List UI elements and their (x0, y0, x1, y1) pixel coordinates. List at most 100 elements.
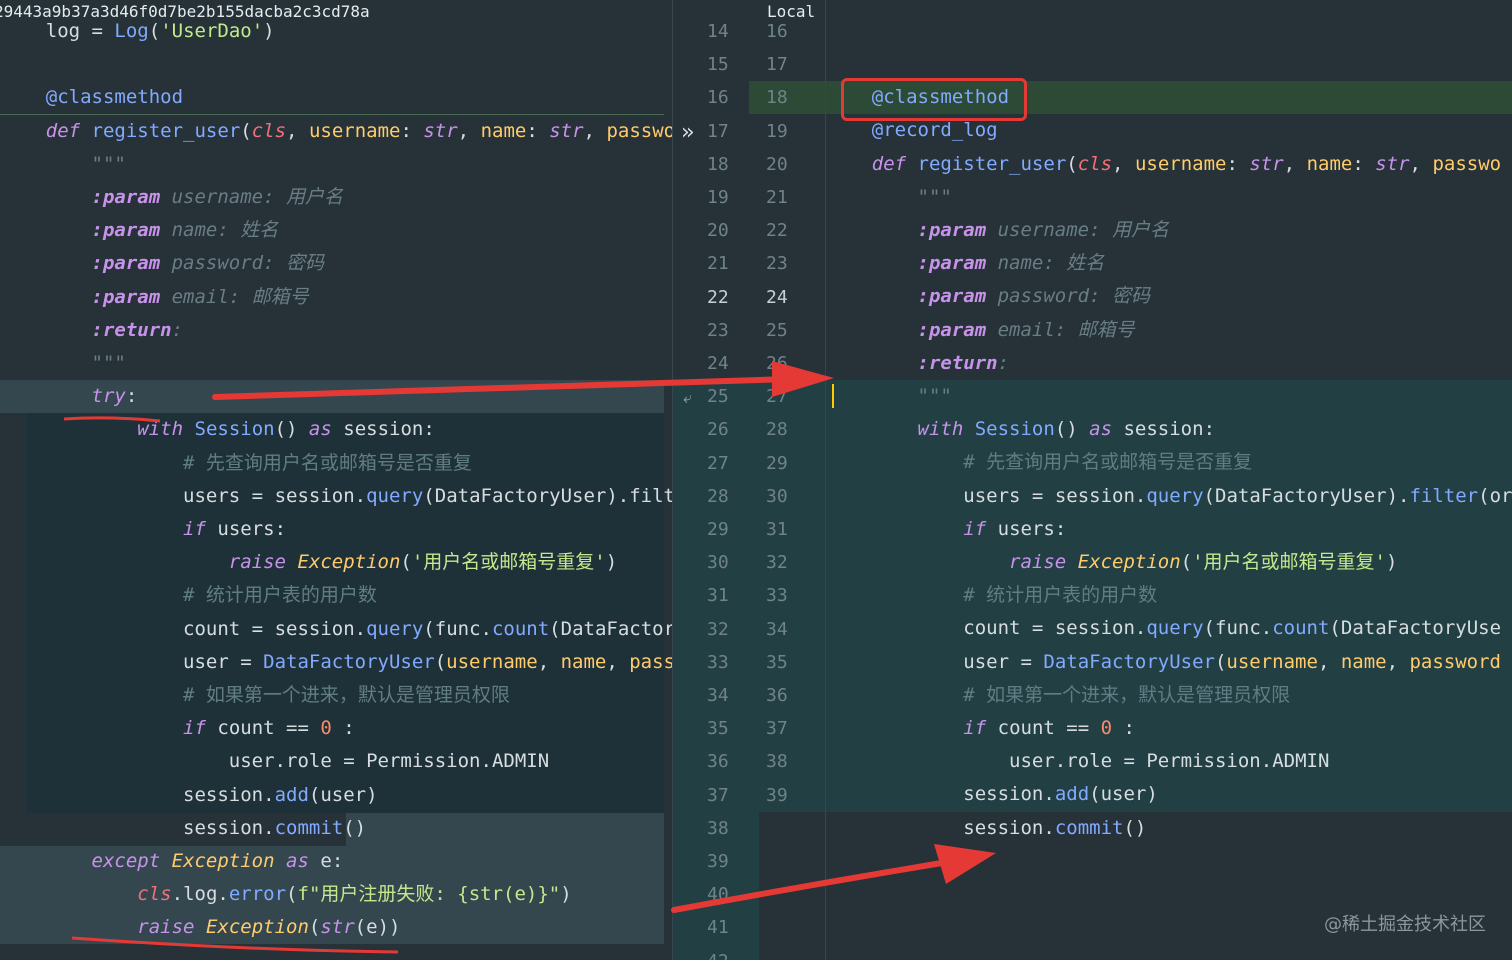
right-code-line[interactable]: # 统计用户表的用户数 (826, 579, 1512, 612)
right-code-line[interactable] (826, 48, 1512, 81)
left-line-number: 28 (707, 485, 729, 507)
right-code-line[interactable]: raise Exception('用户名或邮箱号重复') (826, 546, 1512, 579)
right-code-line[interactable]: """ (826, 181, 1512, 214)
left-line-number: 41 (707, 917, 729, 939)
right-code-line[interactable]: user = DataFactoryUser(username, name, p… (826, 646, 1512, 679)
right-code-line[interactable]: if count == 0 : (826, 712, 1512, 745)
right-code-line[interactable]: """ (826, 380, 1512, 413)
right-code-line[interactable]: :param password: 密码 (826, 280, 1512, 313)
left-line-number: 31 (707, 585, 729, 607)
left-code-line[interactable]: session.add(user) (0, 779, 672, 812)
right-line-number: 34 (766, 618, 788, 640)
left-code-line[interactable]: count = session.query(func.count(DataFac… (0, 613, 672, 646)
left-code-line[interactable]: try: (0, 380, 672, 413)
left-line-number: 36 (707, 751, 729, 773)
right-line-number: 24 (766, 286, 788, 308)
right-line-number: 20 (766, 153, 788, 175)
right-line-number: 21 (766, 187, 788, 208)
line-number-gutter: Local 14 15 16 17 18 19 20 21 22 23 24 25 26 27 28 29 30… (672, 0, 826, 960)
right-line-number: 37 (766, 718, 788, 740)
left-line-number: 19 (707, 187, 729, 208)
left-code-line[interactable]: # 统计用户表的用户数 (0, 579, 672, 612)
left-code-line[interactable]: :param username: 用户名 (0, 181, 672, 214)
left-code-line[interactable] (0, 48, 672, 81)
right-line-number: 25 (766, 319, 788, 341)
left-code-line[interactable]: raise Exception('用户名或邮箱号重复') (0, 546, 672, 579)
left-line-number: 42 (707, 945, 729, 960)
left-code-line[interactable]: def register_user(cls, username: str, na… (0, 115, 672, 148)
right-line-number: 35 (766, 651, 788, 673)
right-line-number: 19 (766, 120, 788, 142)
left-line-number: 15 (707, 54, 729, 76)
left-line-number: 32 (707, 618, 729, 640)
left-line-number: 33 (707, 651, 729, 673)
right-line-number: 26 (766, 353, 788, 374)
left-line-number: 30 (707, 552, 729, 574)
left-code-line[interactable]: user = DataFactoryUser(username, name, p… (0, 646, 672, 679)
left-code-line[interactable]: log = Log('UserDao') (0, 15, 672, 48)
right-code-line[interactable]: user.role = Permission.ADMIN (826, 745, 1512, 778)
left-line-number: 40 (707, 884, 729, 906)
right-code-line[interactable]: if users: (826, 513, 1512, 546)
revert-icon[interactable]: ⤶ (683, 388, 692, 408)
right-line-number: 17 (766, 54, 788, 76)
right-line-number: 29 (766, 452, 788, 474)
left-line-number: 39 (707, 851, 729, 872)
right-line-number: 38 (766, 751, 788, 773)
right-code-line[interactable]: :param username: 用户名 (826, 214, 1512, 247)
left-line-number: 38 (707, 817, 729, 839)
right-line-number: 39 (766, 784, 788, 806)
left-code-line[interactable]: session.commit() (0, 812, 672, 845)
right-code-line[interactable]: :return: (826, 347, 1512, 380)
right-code-line[interactable]: # 如果第一个进来，默认是管理员权限 (826, 679, 1512, 712)
left-code-line[interactable]: if users: (0, 513, 672, 546)
right-code-line[interactable]: # 先查询用户名或邮箱号是否重复 (826, 446, 1512, 479)
left-code-line[interactable]: except Exception as e: (0, 845, 672, 878)
left-line-number: 27 (707, 452, 729, 474)
left-editor-pane[interactable]: 29443a9b37a3d46f0d7be2b155dacba2c3cd78a … (0, 0, 672, 960)
left-code-line[interactable]: :param password: 密码 (0, 247, 672, 280)
left-code-line[interactable]: users = session.query(DataFactoryUser).f… (0, 480, 672, 513)
right-code-line[interactable]: :param name: 姓名 (826, 247, 1512, 280)
left-line-number: 21 (707, 253, 729, 275)
left-line-number: 25 (707, 386, 729, 408)
left-code-line[interactable]: # 先查询用户名或邮箱号是否重复 (0, 447, 672, 480)
left-code-line[interactable]: raise Exception(str(e)) (0, 911, 672, 944)
right-editor-pane[interactable]: @classmethod @record_log def register_us… (826, 0, 1512, 960)
left-code-line[interactable]: @classmethod (0, 81, 672, 114)
right-line-number: 32 (766, 552, 788, 574)
right-code-line[interactable]: users = session.query(DataFactoryUser).f… (826, 480, 1512, 513)
right-code-line[interactable]: with Session() as session: (826, 413, 1512, 446)
left-line-number: 37 (707, 784, 729, 806)
right-line-number: 16 (766, 21, 788, 42)
left-code-line[interactable]: """ (0, 148, 672, 181)
left-line-number: 24 (707, 353, 729, 374)
right-code-line[interactable]: session.commit() (826, 812, 1512, 845)
right-line-number: 28 (766, 419, 788, 441)
watermark: @稀土掘金技术社区 (1324, 914, 1486, 935)
left-line-number: 18 (707, 153, 729, 175)
left-code-line[interactable]: :return: (0, 314, 672, 347)
left-line-number: 29 (707, 519, 729, 540)
record-log-annotation-box (841, 78, 1027, 121)
left-line-number: 20 (707, 220, 729, 242)
right-code-line[interactable]: :param email: 邮箱号 (826, 314, 1512, 347)
left-code-line[interactable]: with Session() as session: (0, 413, 672, 446)
left-code-line[interactable]: :param name: 姓名 (0, 214, 672, 247)
left-code-line[interactable]: :param email: 邮箱号 (0, 281, 672, 314)
left-line-number: 22 (707, 286, 729, 308)
right-line-number: 36 (766, 685, 788, 706)
right-code-line[interactable]: count = session.query(func.count(DataFac… (826, 612, 1512, 645)
left-code-line[interactable]: cls.log.error(f"用户注册失败: {str(e)}") (0, 878, 672, 911)
right-line-number: 23 (766, 253, 788, 275)
double-chevron-right-icon[interactable]: » (681, 120, 694, 145)
left-code-line[interactable]: if count == 0 : (0, 712, 672, 745)
left-line-number: 16 (707, 87, 729, 109)
left-code-line[interactable]: """ (0, 347, 672, 380)
right-code-line[interactable]: def register_user(cls, username: str, na… (826, 148, 1512, 181)
left-line-number: 14 (707, 21, 729, 42)
left-code-line[interactable]: user.role = Permission.ADMIN (0, 745, 672, 778)
right-line-number: 18 (766, 87, 788, 109)
right-code-line[interactable]: session.add(user) (826, 778, 1512, 811)
left-code-line[interactable]: # 如果第一个进来，默认是管理员权限 (0, 679, 672, 712)
